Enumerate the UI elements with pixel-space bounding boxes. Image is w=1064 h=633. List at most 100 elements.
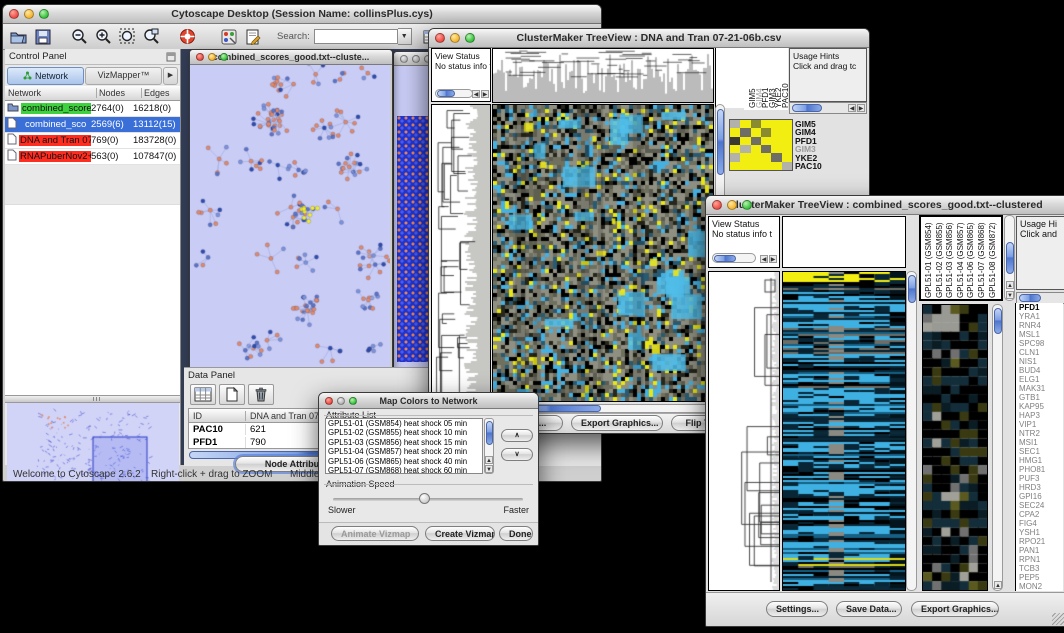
network-list-row[interactable]: DNA and Tran 07769(0)183728(0)	[5, 133, 180, 149]
gene-label[interactable]: HRD3	[1019, 483, 1063, 492]
matrix-cell[interactable]	[751, 120, 761, 128]
gene-label[interactable]: BUD4	[1019, 366, 1063, 375]
tv2-gene-tree-panel[interactable]	[708, 271, 780, 591]
matrix-cell[interactable]	[740, 128, 750, 136]
attribute-list-item[interactable]: GPL51-07 (GSM868) heat shock 60 min	[326, 466, 482, 474]
zoom-out-icon[interactable]	[67, 27, 91, 47]
minimize-button[interactable]	[24, 9, 34, 19]
attribute-list-item[interactable]: GPL51-02 (GSM855) heat shock 10 min	[326, 428, 482, 437]
main-titlebar[interactable]: Cytoscape Desktop (Session Name: collins…	[3, 5, 601, 24]
gene-label[interactable]: CPA2	[1019, 510, 1063, 519]
tv1-hints-scrollbar[interactable]: ◀ ▶	[789, 102, 867, 114]
network-list-row[interactable]: RNAPuberNov2+!563(0)107847(0)	[5, 149, 180, 165]
matrix-cell[interactable]	[761, 153, 771, 161]
tv2-zoom-heatmap-panel[interactable]	[922, 304, 988, 591]
tv2-status-scrollbar[interactable]	[712, 253, 756, 263]
gene-label[interactable]: MSL1	[1019, 330, 1063, 339]
tv2-save-data-button[interactable]: Save Data...	[836, 601, 902, 617]
gene-label[interactable]: RPO21	[1019, 537, 1063, 546]
tv1-status-left-arrow-icon[interactable]: ◀	[472, 90, 480, 98]
gene-label[interactable]: MAK31	[1019, 384, 1063, 393]
gene-label[interactable]: PFD1	[1019, 303, 1063, 312]
matrix-cell[interactable]	[730, 120, 740, 128]
tv1-heatmap[interactable]	[493, 105, 713, 401]
matrix-cell[interactable]	[761, 128, 771, 136]
gene-label[interactable]: PUF3	[1019, 474, 1063, 483]
matrix-cell[interactable]	[782, 145, 792, 153]
col-network[interactable]: Network	[5, 88, 97, 98]
grid-table-icon[interactable]	[190, 384, 216, 405]
tv2-status-right-arrow-icon[interactable]: ▶	[769, 255, 777, 263]
matrix-cell[interactable]	[771, 137, 781, 145]
gene-label[interactable]: RPN1	[1019, 555, 1063, 564]
zoom-button[interactable]	[220, 53, 228, 61]
gene-label[interactable]: GTB1	[1019, 393, 1063, 402]
tv1-heatmap-panel[interactable]	[492, 104, 714, 402]
trash-icon[interactable]	[248, 384, 274, 405]
gene-label[interactable]: MSI1	[1019, 438, 1063, 447]
done-button[interactable]: Done	[499, 526, 533, 541]
splitter-handle[interactable]	[5, 395, 180, 403]
close-button[interactable]	[196, 53, 204, 61]
tv1-array-dendrogram-panel[interactable]	[492, 48, 714, 103]
matrix-cell[interactable]	[751, 153, 761, 161]
gene-label[interactable]: HAP3	[1019, 411, 1063, 420]
tv2-heatmap-panel[interactable]	[782, 271, 906, 591]
open-folder-icon[interactable]	[7, 27, 31, 47]
tv1-array-dendrogram[interactable]	[493, 49, 713, 102]
tv1-status-scrollbar[interactable]	[435, 89, 473, 98]
attr-scroll-up-icon[interactable]: ▲	[485, 456, 493, 464]
tv2-heatmap[interactable]	[783, 272, 905, 590]
tv2-settings-button[interactable]: Settings...	[766, 601, 828, 617]
network-view-titlebar[interactable]: combined_scores_good.txt--cluste...	[190, 50, 392, 65]
gene-label[interactable]: PEP5	[1019, 573, 1063, 582]
tv1-gene-dendrogram-panel[interactable]	[431, 104, 491, 402]
tv2-gene-up-icon[interactable]: ▲	[994, 581, 1002, 589]
close-button[interactable]	[712, 200, 722, 210]
col-id[interactable]: ID	[189, 411, 246, 421]
search-combobox[interactable]: ▼	[314, 28, 412, 45]
zoom-button[interactable]	[39, 9, 49, 19]
network-list-row[interactable]: combined_sco2569(6)13112(15)	[5, 117, 180, 133]
gene-label[interactable]: ELG1	[1019, 375, 1063, 384]
matrix-cell[interactable]	[782, 137, 792, 145]
search-dropdown-arrow-icon[interactable]: ▼	[398, 28, 412, 45]
matrix-cell[interactable]	[761, 137, 771, 145]
minimize-button[interactable]	[208, 53, 216, 61]
matrix-cell[interactable]	[782, 128, 792, 136]
save-icon[interactable]	[31, 27, 55, 47]
zoom-button[interactable]	[742, 200, 752, 210]
matrix-cell[interactable]	[771, 145, 781, 153]
attribute-list-scrollbar[interactable]: ▲ ▼	[484, 418, 494, 474]
matrix-cell[interactable]	[782, 153, 792, 161]
close-button[interactable]	[9, 9, 19, 19]
gene-label[interactable]: RNR4	[1019, 321, 1063, 330]
minimize-button[interactable]	[337, 397, 345, 405]
tab-vizmapper[interactable]: VizMapper™	[85, 67, 162, 85]
attribute-list-item[interactable]: GPL51-03 (GSM856) heat shock 15 min	[326, 438, 482, 447]
matrix-cell[interactable]	[761, 162, 771, 170]
gene-label[interactable]: SPC98	[1019, 339, 1063, 348]
matrix-cell[interactable]	[761, 120, 771, 128]
gene-label[interactable]: NTR2	[1019, 429, 1063, 438]
gene-label[interactable]: SEC1	[1019, 447, 1063, 456]
tab-overflow-arrow-icon[interactable]: ▶	[163, 67, 178, 85]
gene-label[interactable]: SEC24	[1019, 501, 1063, 510]
matrix-cell[interactable]	[740, 137, 750, 145]
tv2-titlebar[interactable]: ClusterMaker TreeView : combined_scores_…	[706, 196, 1064, 215]
gene-label[interactable]: HMG1	[1019, 456, 1063, 465]
close-button[interactable]	[435, 33, 445, 43]
attribute-list-item[interactable]: GPL51-01 (GSM854) heat shock 05 min	[326, 419, 482, 428]
gene-label[interactable]: VIP1	[1019, 420, 1063, 429]
network-list-row[interactable]: combined_scores2764(0)16218(0)	[5, 101, 180, 117]
matrix-cell[interactable]	[751, 145, 761, 153]
attribute-list-item[interactable]: GPL51-06 (GSM865) heat shock 40 min	[326, 457, 482, 466]
zoom-fit-icon[interactable]	[115, 27, 139, 47]
matrix-cell[interactable]	[771, 162, 781, 170]
new-document-icon[interactable]	[219, 384, 245, 405]
tv2-array-tree-panel[interactable]	[782, 216, 906, 268]
matrix-cell[interactable]	[771, 153, 781, 161]
matrix-cell[interactable]	[761, 145, 771, 153]
matrix-cell[interactable]	[740, 153, 750, 161]
attr-scroll-down-icon[interactable]: ▼	[485, 465, 493, 473]
